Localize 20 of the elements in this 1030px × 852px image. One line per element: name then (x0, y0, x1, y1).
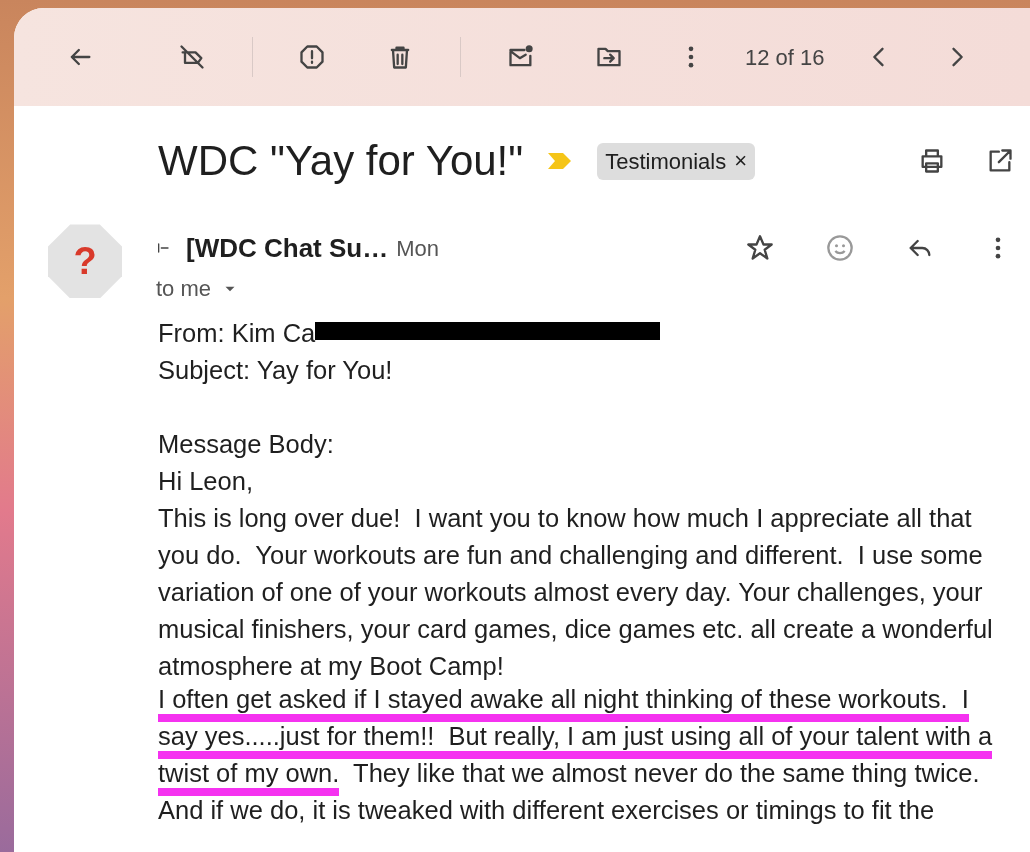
body-text: They like that we almost never do the same thing twice. (352, 759, 980, 790)
recipient-label: to me (156, 275, 212, 304)
remove-label-button[interactable]: × (734, 150, 748, 173)
label-chip[interactable]: Testimonials × (597, 142, 756, 180)
body-paragraph: Subject: Yay for You! (158, 355, 394, 387)
body-paragraph: This is long over due! I want you to know how much I appreciate all that you do. Your workouts are fun and challenging and different. I use some variation of one of your workouts almost every day. Your challenges, your musical finishers, your card games, dice games etc. all create a wonderful atmosphere at my Boot Camp! (158, 503, 994, 683)
body-paragraph: Message Body: (158, 429, 335, 461)
underlined-text: I often get asked if I stayed awake all night thinking of these workouts. I (158, 685, 969, 723)
label-name: Testimonials (605, 147, 727, 176)
body-text: And if we do, it is tweaked with different exercises or timings to fit the (158, 796, 935, 827)
importance-marker-icon[interactable] (547, 151, 574, 172)
email-subject: WDC "Yay for You!" (158, 136, 524, 186)
underlined-text: twist of my own. (158, 759, 340, 797)
sender-name[interactable]: [WDC Chat Su… (186, 228, 389, 268)
underlined-text: say yes.....just for them!! But really, I am just using all of your talent with a (158, 722, 993, 760)
body-text: From: Kim Ca (158, 318, 316, 350)
avatar-icon: ? (48, 224, 122, 299)
message-time: Mon (396, 234, 439, 263)
body-paragraph: Hi Leon, (158, 466, 254, 498)
message-counter: 12 of 16 (745, 43, 825, 72)
